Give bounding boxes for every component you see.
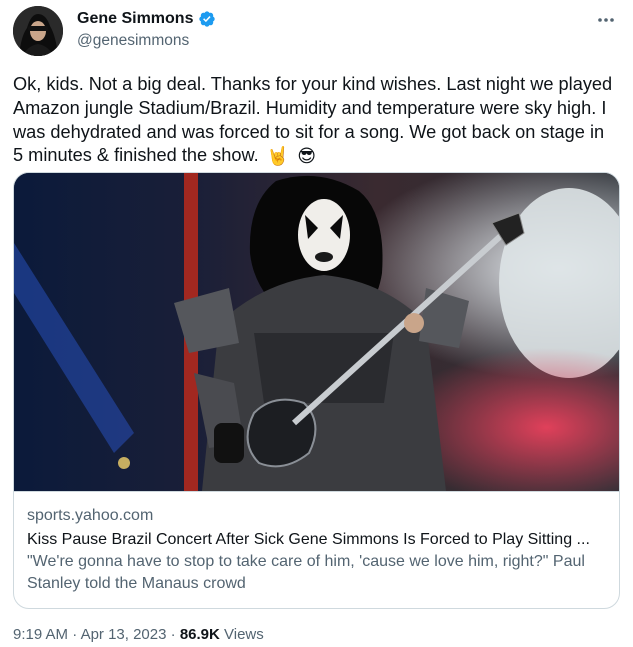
views-label: Views bbox=[224, 626, 264, 643]
tweet-text: Ok, kids. Not a big deal. Thanks for you… bbox=[13, 73, 619, 169]
tweet-date[interactable]: Apr 13, 2023 bbox=[81, 626, 167, 643]
handle[interactable]: @genesimmons bbox=[77, 32, 189, 50]
meta-separator-2: · bbox=[170, 626, 176, 643]
more-horizontal-icon[interactable] bbox=[594, 8, 618, 32]
name-row: Gene Simmons bbox=[77, 10, 216, 28]
avatar[interactable] bbox=[13, 6, 63, 56]
verified-badge-icon bbox=[198, 10, 216, 28]
tweet-meta: 9:19 AM · Apr 13, 2023 · 86.9K Views bbox=[13, 626, 264, 643]
sunglasses-emoji: 😎 bbox=[297, 146, 316, 168]
views-count[interactable]: 86.9K bbox=[180, 626, 220, 643]
card-image[interactable] bbox=[14, 173, 619, 491]
meta-separator: · bbox=[72, 626, 78, 643]
card-title[interactable]: Kiss Pause Brazil Concert After Sick Gen… bbox=[27, 530, 606, 550]
tweet-time[interactable]: 9:19 AM bbox=[13, 626, 68, 643]
link-preview-card[interactable]: sports.yahoo.com Kiss Pause Brazil Conce… bbox=[13, 172, 620, 609]
card-domain: sports.yahoo.com bbox=[27, 507, 154, 524]
display-name[interactable]: Gene Simmons bbox=[77, 10, 193, 28]
tweet-header: Gene Simmons @genesimmons bbox=[13, 6, 620, 58]
card-body[interactable]: sports.yahoo.com Kiss Pause Brazil Conce… bbox=[14, 491, 619, 608]
card-description: "We're gonna have to stop to take care o… bbox=[27, 553, 585, 592]
horns-emoji: 🤘 bbox=[266, 146, 290, 168]
